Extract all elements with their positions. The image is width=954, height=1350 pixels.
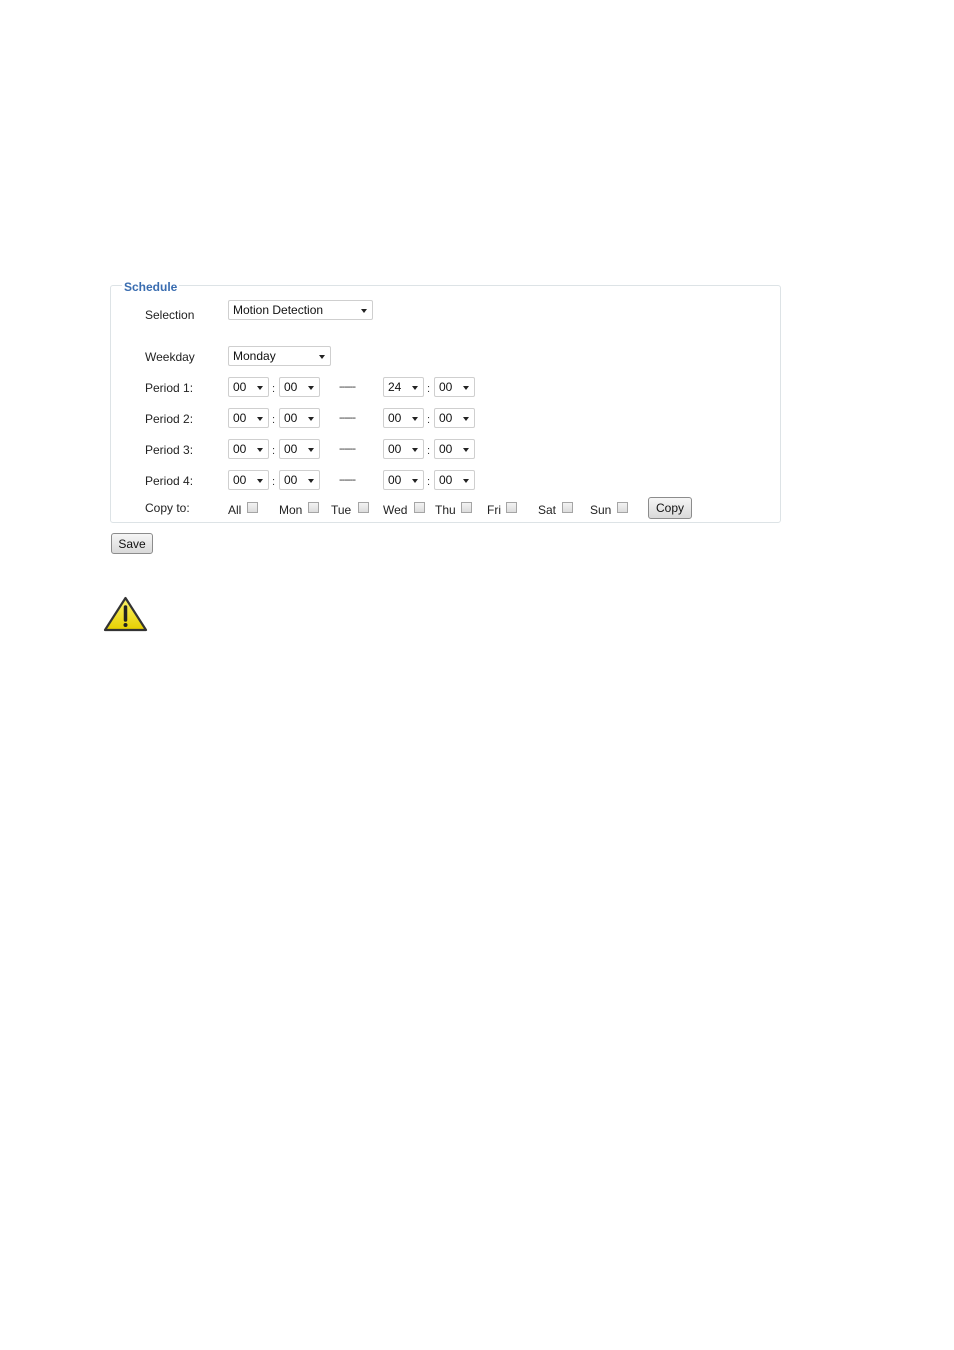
copy-day-checkbox-mon[interactable]	[308, 502, 319, 513]
end-hour-dropdown[interactable]: 00	[383, 470, 424, 490]
time-value: 00	[439, 473, 453, 487]
copy-day-checkbox-fri[interactable]	[506, 502, 517, 513]
range-separator: ------	[339, 443, 356, 455]
chevron-down-icon	[361, 309, 367, 313]
end-hour-dropdown[interactable]: 00	[383, 408, 424, 428]
start-hour-dropdown[interactable]: 00	[228, 439, 269, 459]
chevron-down-icon	[412, 417, 418, 421]
time-colon: :	[427, 476, 431, 488]
selection-value: Motion Detection	[233, 303, 324, 317]
chevron-down-icon	[463, 417, 469, 421]
copy-day-label-thu: Thu	[435, 503, 456, 517]
chevron-down-icon	[463, 386, 469, 390]
schedule-legend: Schedule	[122, 280, 180, 294]
range-separator: ------	[339, 381, 356, 393]
time-value: 00	[233, 411, 247, 425]
end-minute-dropdown[interactable]: 00	[434, 470, 475, 490]
time-colon: :	[427, 383, 431, 395]
chevron-down-icon	[319, 355, 325, 359]
range-separator: ------	[339, 474, 356, 486]
end-hour-dropdown[interactable]: 24	[383, 377, 424, 397]
chevron-down-icon	[463, 448, 469, 452]
chevron-down-icon	[412, 386, 418, 390]
chevron-down-icon	[257, 448, 263, 452]
end-hour-dropdown[interactable]: 00	[383, 439, 424, 459]
copy-day-checkbox-sun[interactable]	[617, 502, 628, 513]
copy-day-checkbox-wed[interactable]	[414, 502, 425, 513]
save-button[interactable]: Save	[111, 533, 153, 554]
weekday-label: Weekday	[145, 350, 195, 364]
chevron-down-icon	[463, 479, 469, 483]
range-separator: ------	[339, 412, 356, 424]
selection-dropdown[interactable]: Motion Detection	[228, 300, 373, 320]
end-minute-dropdown[interactable]: 00	[434, 408, 475, 428]
start-hour-dropdown[interactable]: 00	[228, 470, 269, 490]
weekday-value: Monday	[233, 349, 276, 363]
copy-button[interactable]: Copy	[648, 497, 692, 519]
time-value: 00	[233, 442, 247, 456]
period-label: Period 4:	[145, 474, 194, 488]
time-colon: :	[427, 414, 431, 426]
chevron-down-icon	[308, 386, 314, 390]
copy-day-checkbox-all[interactable]	[247, 502, 258, 513]
start-minute-dropdown[interactable]: 00	[279, 377, 320, 397]
copy-day-label-all: All	[228, 503, 242, 517]
time-value: 00	[388, 442, 402, 456]
start-minute-dropdown[interactable]: 00	[279, 470, 320, 490]
copy-day-checkbox-tue[interactable]	[358, 502, 369, 513]
period-label: Period 3:	[145, 443, 194, 457]
time-value: 00	[388, 473, 402, 487]
time-colon: :	[427, 445, 431, 457]
time-value: 00	[439, 442, 453, 456]
period-label: Period 1:	[145, 381, 194, 395]
chevron-down-icon	[308, 448, 314, 452]
time-value: 00	[388, 411, 402, 425]
chevron-down-icon	[412, 448, 418, 452]
chevron-down-icon	[257, 417, 263, 421]
time-colon: :	[272, 383, 276, 395]
copy-day-checkbox-sat[interactable]	[562, 502, 573, 513]
start-hour-dropdown[interactable]: 00	[228, 408, 269, 428]
end-minute-dropdown[interactable]: 00	[434, 439, 475, 459]
time-value: 00	[284, 380, 298, 394]
time-colon: :	[272, 445, 276, 457]
time-value: 00	[233, 473, 247, 487]
time-colon: :	[272, 476, 276, 488]
start-hour-dropdown[interactable]: 00	[228, 377, 269, 397]
time-value: 00	[284, 473, 298, 487]
copy-day-label-sun: Sun	[590, 503, 612, 517]
chevron-down-icon	[257, 386, 263, 390]
chevron-down-icon	[308, 417, 314, 421]
time-value: 00	[439, 411, 453, 425]
copy-day-label-sat: Sat	[538, 503, 557, 517]
copy-day-checkbox-thu[interactable]	[461, 502, 472, 513]
time-value: 00	[284, 411, 298, 425]
chevron-down-icon	[412, 479, 418, 483]
start-minute-dropdown[interactable]: 00	[279, 439, 320, 459]
time-value: 00	[233, 380, 247, 394]
chevron-down-icon	[308, 479, 314, 483]
time-colon: :	[272, 414, 276, 426]
end-minute-dropdown[interactable]: 00	[434, 377, 475, 397]
warning-triangle-icon	[103, 596, 148, 632]
period-label: Period 2:	[145, 412, 194, 426]
time-value: 00	[439, 380, 453, 394]
start-minute-dropdown[interactable]: 00	[279, 408, 320, 428]
selection-label: Selection	[145, 308, 195, 322]
copy-day-label-fri: Fri	[487, 503, 501, 517]
copy-day-label-tue: Tue	[331, 503, 352, 517]
weekday-dropdown[interactable]: Monday	[228, 346, 331, 366]
copy-day-label-wed: Wed	[383, 503, 408, 517]
time-value: 24	[388, 380, 402, 394]
copy-day-label-mon: Mon	[279, 503, 303, 517]
time-value: 00	[284, 442, 298, 456]
chevron-down-icon	[257, 479, 263, 483]
copy-to-label: Copy to:	[145, 501, 190, 515]
